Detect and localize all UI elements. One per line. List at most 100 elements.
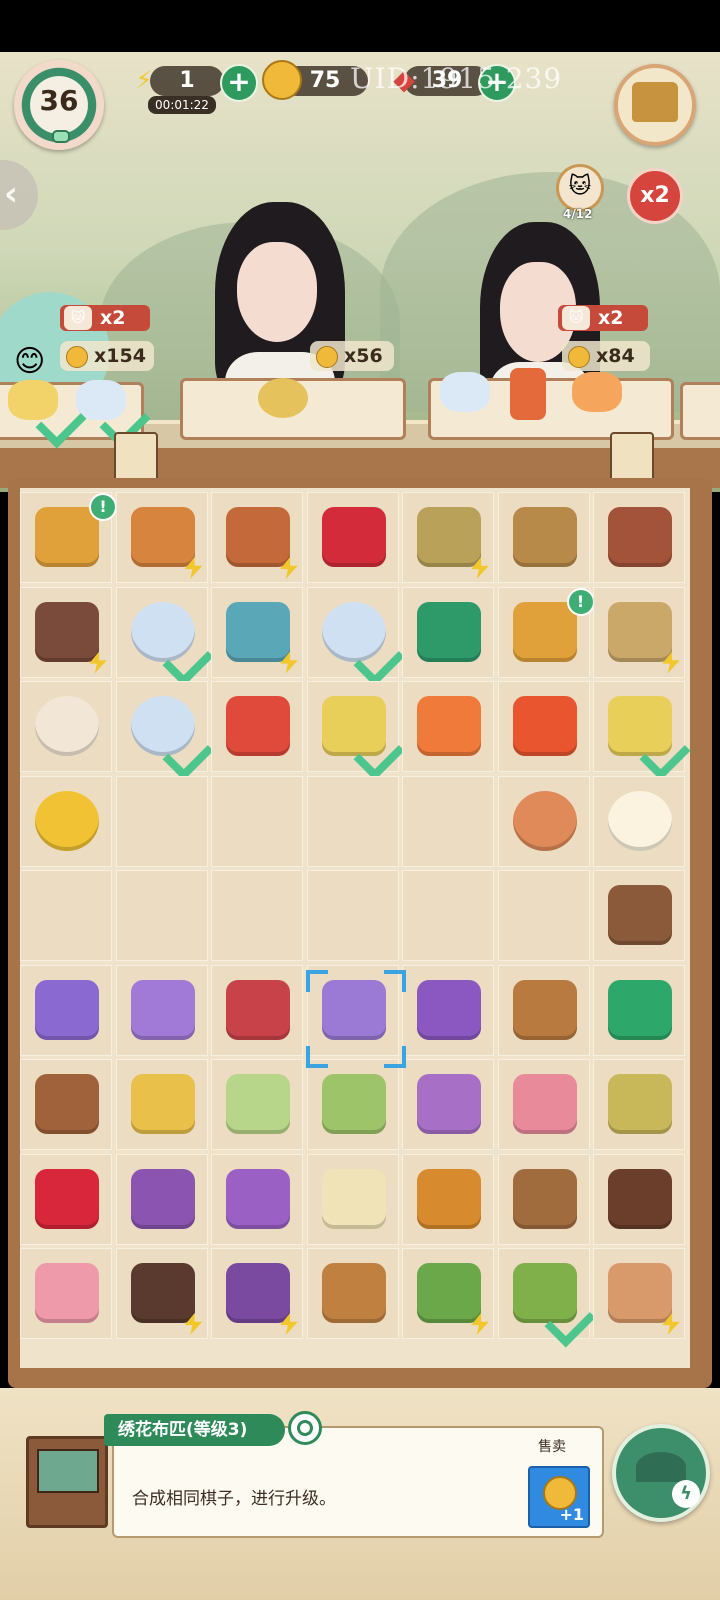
- red-fabric-icon[interactable]: [226, 979, 290, 1040]
- board-cell[interactable]: [20, 1248, 112, 1339]
- mystery-box-icon[interactable]: [608, 979, 672, 1040]
- fruit-basket-icon[interactable]: [417, 507, 481, 567]
- board-cell[interactable]: [20, 775, 112, 867]
- board-cell[interactable]: [211, 1059, 303, 1150]
- board-cell[interactable]: [593, 870, 685, 961]
- add-energy-button[interactable]: +: [220, 64, 258, 102]
- board-cell[interactable]: [306, 775, 399, 867]
- watermelon-plate-icon[interactable]: [226, 696, 290, 756]
- board-cell[interactable]: [306, 1059, 399, 1150]
- board-cell[interactable]: [402, 1248, 494, 1339]
- red-gems-icon[interactable]: [321, 507, 386, 567]
- purple-sachet-icon[interactable]: [417, 979, 481, 1040]
- board-cell[interactable]: [593, 681, 691, 781]
- board-cell[interactable]: [306, 492, 399, 583]
- board-cell[interactable]: [497, 681, 590, 772]
- pea-soup-icon[interactable]: [226, 1074, 290, 1134]
- board-cell[interactable]: [497, 775, 590, 867]
- board-cell[interactable]: [115, 681, 213, 781]
- covered-boat-icon[interactable]: [608, 1168, 672, 1229]
- fried-egg-icon[interactable]: [608, 790, 672, 851]
- egg-icon[interactable]: [512, 790, 577, 851]
- jewelry-box-icon[interactable]: [130, 1263, 195, 1323]
- board-cell[interactable]: [115, 1059, 208, 1150]
- purple-bag-icon[interactable]: [226, 1168, 290, 1229]
- board-cell[interactable]: [211, 586, 303, 678]
- board-cell[interactable]: [497, 1153, 590, 1245]
- pavilion-home-button[interactable]: ϟ: [612, 1424, 710, 1522]
- gold-coins-icon[interactable]: [35, 790, 99, 851]
- embroidered-cloth-icon[interactable]: [321, 979, 386, 1040]
- chicks-nest-icon[interactable]: [512, 507, 577, 567]
- sell-button[interactable]: +1: [528, 1466, 590, 1528]
- flower-cake-icon[interactable]: [35, 1263, 99, 1323]
- board-cell[interactable]: [211, 681, 303, 772]
- roast-chicken-icon[interactable]: [417, 1168, 481, 1229]
- treasure-chest-icon[interactable]: [35, 601, 99, 662]
- board-cell[interactable]: [20, 964, 112, 1056]
- flower-sachet-icon[interactable]: [417, 1074, 481, 1134]
- fruit-tree-icon[interactable]: [417, 1263, 481, 1323]
- red-gem-cluster-icon[interactable]: [35, 1168, 99, 1229]
- board-cell[interactable]: [20, 1153, 112, 1245]
- decorated-bag-icon[interactable]: [130, 1168, 195, 1229]
- board-cell[interactable]: [497, 870, 590, 961]
- board-cell[interactable]: [402, 775, 494, 867]
- board-cell[interactable]: [593, 492, 685, 583]
- popcorn-bowl-icon[interactable]: [321, 1168, 386, 1229]
- player-level-badge[interactable]: 36: [14, 60, 104, 150]
- folded-cloth-icon[interactable]: [130, 979, 195, 1040]
- scroll-box-icon[interactable]: [608, 601, 672, 662]
- board-cell[interactable]: !: [20, 492, 117, 583]
- board-cell[interactable]: [497, 1248, 595, 1348]
- board-cell[interactable]: [306, 586, 404, 686]
- peach-cake-icon[interactable]: [512, 1074, 577, 1134]
- lantern-order-icon[interactable]: [510, 368, 546, 420]
- board-cell[interactable]: [20, 586, 112, 678]
- board-cell[interactable]: [115, 870, 208, 961]
- cat-progress-icon[interactable]: 🐱: [556, 164, 604, 212]
- board-cell[interactable]: [211, 1248, 303, 1339]
- board-cell[interactable]: [211, 1153, 303, 1245]
- board-cell[interactable]: [115, 1248, 208, 1339]
- board-cell[interactable]: [593, 1153, 685, 1245]
- board-cell[interactable]: [211, 870, 303, 961]
- recipe-scroll-icon[interactable]: [114, 432, 158, 484]
- board-cell[interactable]: [593, 775, 685, 867]
- magnifier-icon[interactable]: [288, 1411, 322, 1445]
- board-cell[interactable]: [306, 870, 399, 961]
- teapot-icon[interactable]: [226, 601, 290, 662]
- board-cell[interactable]: [20, 681, 112, 772]
- jade-bracelet-icon[interactable]: [130, 1074, 195, 1134]
- red-lantern-icon[interactable]: [512, 696, 577, 756]
- shop-pavilion-button[interactable]: [614, 64, 696, 146]
- board-cell[interactable]: [593, 1248, 685, 1339]
- energy-gourd-icon[interactable]: [226, 507, 290, 567]
- oars-icon[interactable]: [321, 1263, 386, 1323]
- board-cell[interactable]: [497, 492, 590, 583]
- fruit-crate-icon[interactable]: [130, 507, 195, 567]
- board-cell[interactable]: [211, 964, 303, 1056]
- board-cell[interactable]: [497, 964, 590, 1056]
- fabric-loom-icon[interactable]: [226, 1263, 290, 1323]
- wooden-planks-icon[interactable]: [35, 1074, 99, 1134]
- money-bag-icon[interactable]: [35, 507, 99, 567]
- tea-cup-order-icon[interactable]: [440, 372, 490, 412]
- recipe-scroll-icon[interactable]: [610, 432, 654, 484]
- wood-log-icon[interactable]: [608, 885, 672, 945]
- board-cell[interactable]: [402, 964, 494, 1056]
- board-cell[interactable]: [402, 870, 494, 961]
- dumpling-icon[interactable]: [35, 696, 99, 756]
- board-cell[interactable]: !: [497, 586, 595, 678]
- board-cell[interactable]: [402, 1059, 494, 1150]
- board-cell[interactable]: [497, 1059, 590, 1150]
- purple-pouch-icon[interactable]: [35, 979, 99, 1040]
- board-cell[interactable]: [306, 1153, 399, 1245]
- board-cell[interactable]: [306, 1248, 399, 1339]
- board-cell[interactable]: [115, 586, 213, 686]
- board-cell[interactable]: [211, 492, 303, 583]
- board-cell[interactable]: [115, 775, 208, 867]
- board-cell[interactable]: [211, 775, 303, 867]
- board-cell[interactable]: [115, 492, 208, 583]
- board-cell[interactable]: [306, 681, 404, 781]
